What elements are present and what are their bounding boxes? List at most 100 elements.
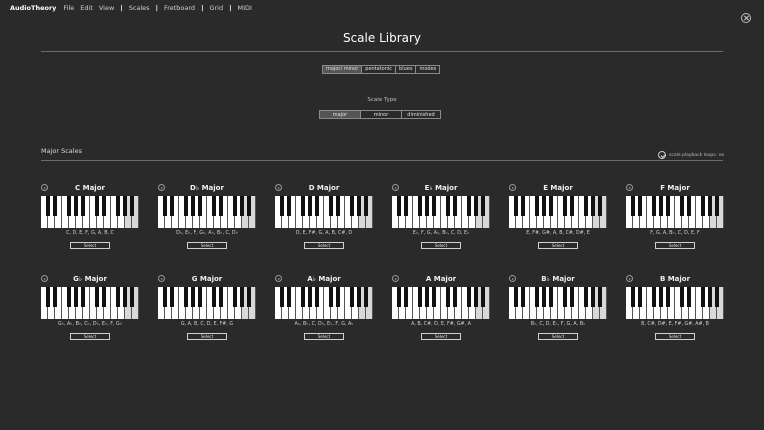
playback-toggle[interactable]: scale playback loops: no (658, 151, 724, 159)
black-key (286, 196, 292, 216)
tab-major-minor[interactable]: major/ minor (322, 65, 363, 74)
select-button[interactable]: Select (421, 242, 461, 249)
black-key (590, 196, 596, 216)
tab-blues[interactable]: blues (395, 65, 417, 74)
select-button[interactable]: Select (655, 242, 695, 249)
black-key (541, 287, 547, 307)
black-key (473, 287, 479, 307)
black-key (197, 287, 203, 307)
scale-name: A♭ Major (307, 275, 341, 283)
select-button[interactable]: Select (70, 242, 110, 249)
scale-notes: A♭, B♭, C, D♭, E♭, F, G, A♭ (294, 322, 354, 327)
black-key (424, 287, 430, 307)
app-brand: AudioTheory (10, 4, 57, 12)
black-key (279, 196, 285, 216)
scale-name: F Major (660, 184, 690, 192)
scale-card: F Major F, G, A, B♭, C, D, E, F Select (626, 184, 724, 256)
type-major-button[interactable]: major (319, 110, 361, 119)
menu-edit[interactable]: Edit (80, 4, 93, 12)
menu-separator: | (229, 4, 232, 12)
black-key (129, 196, 135, 216)
black-key (80, 287, 86, 307)
black-key (597, 196, 603, 216)
black-key (700, 196, 706, 216)
black-key (466, 196, 472, 216)
type-diminished-button[interactable]: diminished (401, 110, 441, 119)
black-key (513, 287, 519, 307)
black-key (115, 196, 121, 216)
close-icon[interactable] (741, 13, 751, 23)
select-button[interactable]: Select (70, 333, 110, 340)
scale-card: G♭ Major G♭, A♭, B♭, C♭, D♭, E♭, F, G♭ Sel… (41, 275, 139, 347)
tab-modes[interactable]: modes (415, 65, 441, 74)
black-key (548, 287, 554, 307)
title-divider (41, 51, 723, 52)
tab-pentatonic[interactable]: pentatonic (361, 65, 397, 74)
black-key (651, 287, 657, 307)
black-key (562, 196, 568, 216)
scale-name: E♭ Major (424, 184, 458, 192)
black-key (183, 287, 189, 307)
black-key (658, 287, 664, 307)
select-button[interactable]: Select (187, 242, 227, 249)
black-key (101, 196, 107, 216)
black-key (417, 287, 423, 307)
black-key (169, 196, 175, 216)
menu-view[interactable]: View (99, 4, 114, 12)
black-key (637, 196, 643, 216)
menu-file[interactable]: File (63, 4, 74, 12)
black-key (513, 196, 519, 216)
black-key (246, 196, 252, 216)
menu-fretboard[interactable]: Fretboard (164, 4, 195, 12)
select-button[interactable]: Select (304, 242, 344, 249)
black-key (190, 196, 196, 216)
scale-type-tabs: major minor diminished (319, 110, 441, 119)
scale-name: E Major (543, 184, 573, 192)
black-key (307, 287, 313, 307)
select-button[interactable]: Select (538, 333, 578, 340)
select-button[interactable]: Select (187, 333, 227, 340)
scale-type-label: Scale Type (367, 97, 397, 103)
scale-notes: B, C#, D#, E, F#, G#, A#, B (641, 322, 709, 327)
black-key (431, 287, 437, 307)
type-minor-button[interactable]: minor (360, 110, 402, 119)
black-key (363, 196, 369, 216)
menu-grid[interactable]: Grid (209, 4, 223, 12)
menu-midi[interactable]: MIDI (237, 4, 251, 12)
scale-notes: B♭, C, D, E♭, F, G, A, B♭ (530, 322, 586, 327)
black-key (162, 287, 168, 307)
black-key (562, 287, 568, 307)
select-button[interactable]: Select (421, 333, 461, 340)
menu-scales[interactable]: Scales (129, 4, 150, 12)
black-key (466, 287, 472, 307)
black-key (424, 196, 430, 216)
scale-card: G Major G, A, B, C, D, E, F#, G Select (158, 275, 256, 347)
black-key (541, 196, 547, 216)
black-key (630, 196, 636, 216)
black-key (45, 196, 51, 216)
scale-name: B Major (659, 275, 691, 283)
page-title: Scale Library (342, 31, 422, 45)
black-key (314, 196, 320, 216)
black-key (452, 287, 458, 307)
black-key (218, 287, 224, 307)
piano-keyboard (626, 287, 724, 319)
black-key (335, 196, 341, 216)
select-button[interactable]: Select (304, 333, 344, 340)
select-button[interactable]: Select (655, 333, 695, 340)
black-key (52, 287, 58, 307)
black-key (66, 287, 72, 307)
black-key (534, 287, 540, 307)
black-key (218, 196, 224, 216)
scale-name: C Major (75, 184, 105, 192)
black-key (445, 196, 451, 216)
black-key (356, 287, 362, 307)
menu-separator: | (120, 4, 123, 12)
scale-name: G Major (191, 275, 223, 283)
black-key (122, 287, 128, 307)
black-key (700, 287, 706, 307)
section-title: Major Scales (41, 147, 82, 155)
black-key (66, 196, 72, 216)
select-button[interactable]: Select (538, 242, 578, 249)
scale-notes: F, G, A, B♭, C, D, E, F (650, 231, 700, 236)
